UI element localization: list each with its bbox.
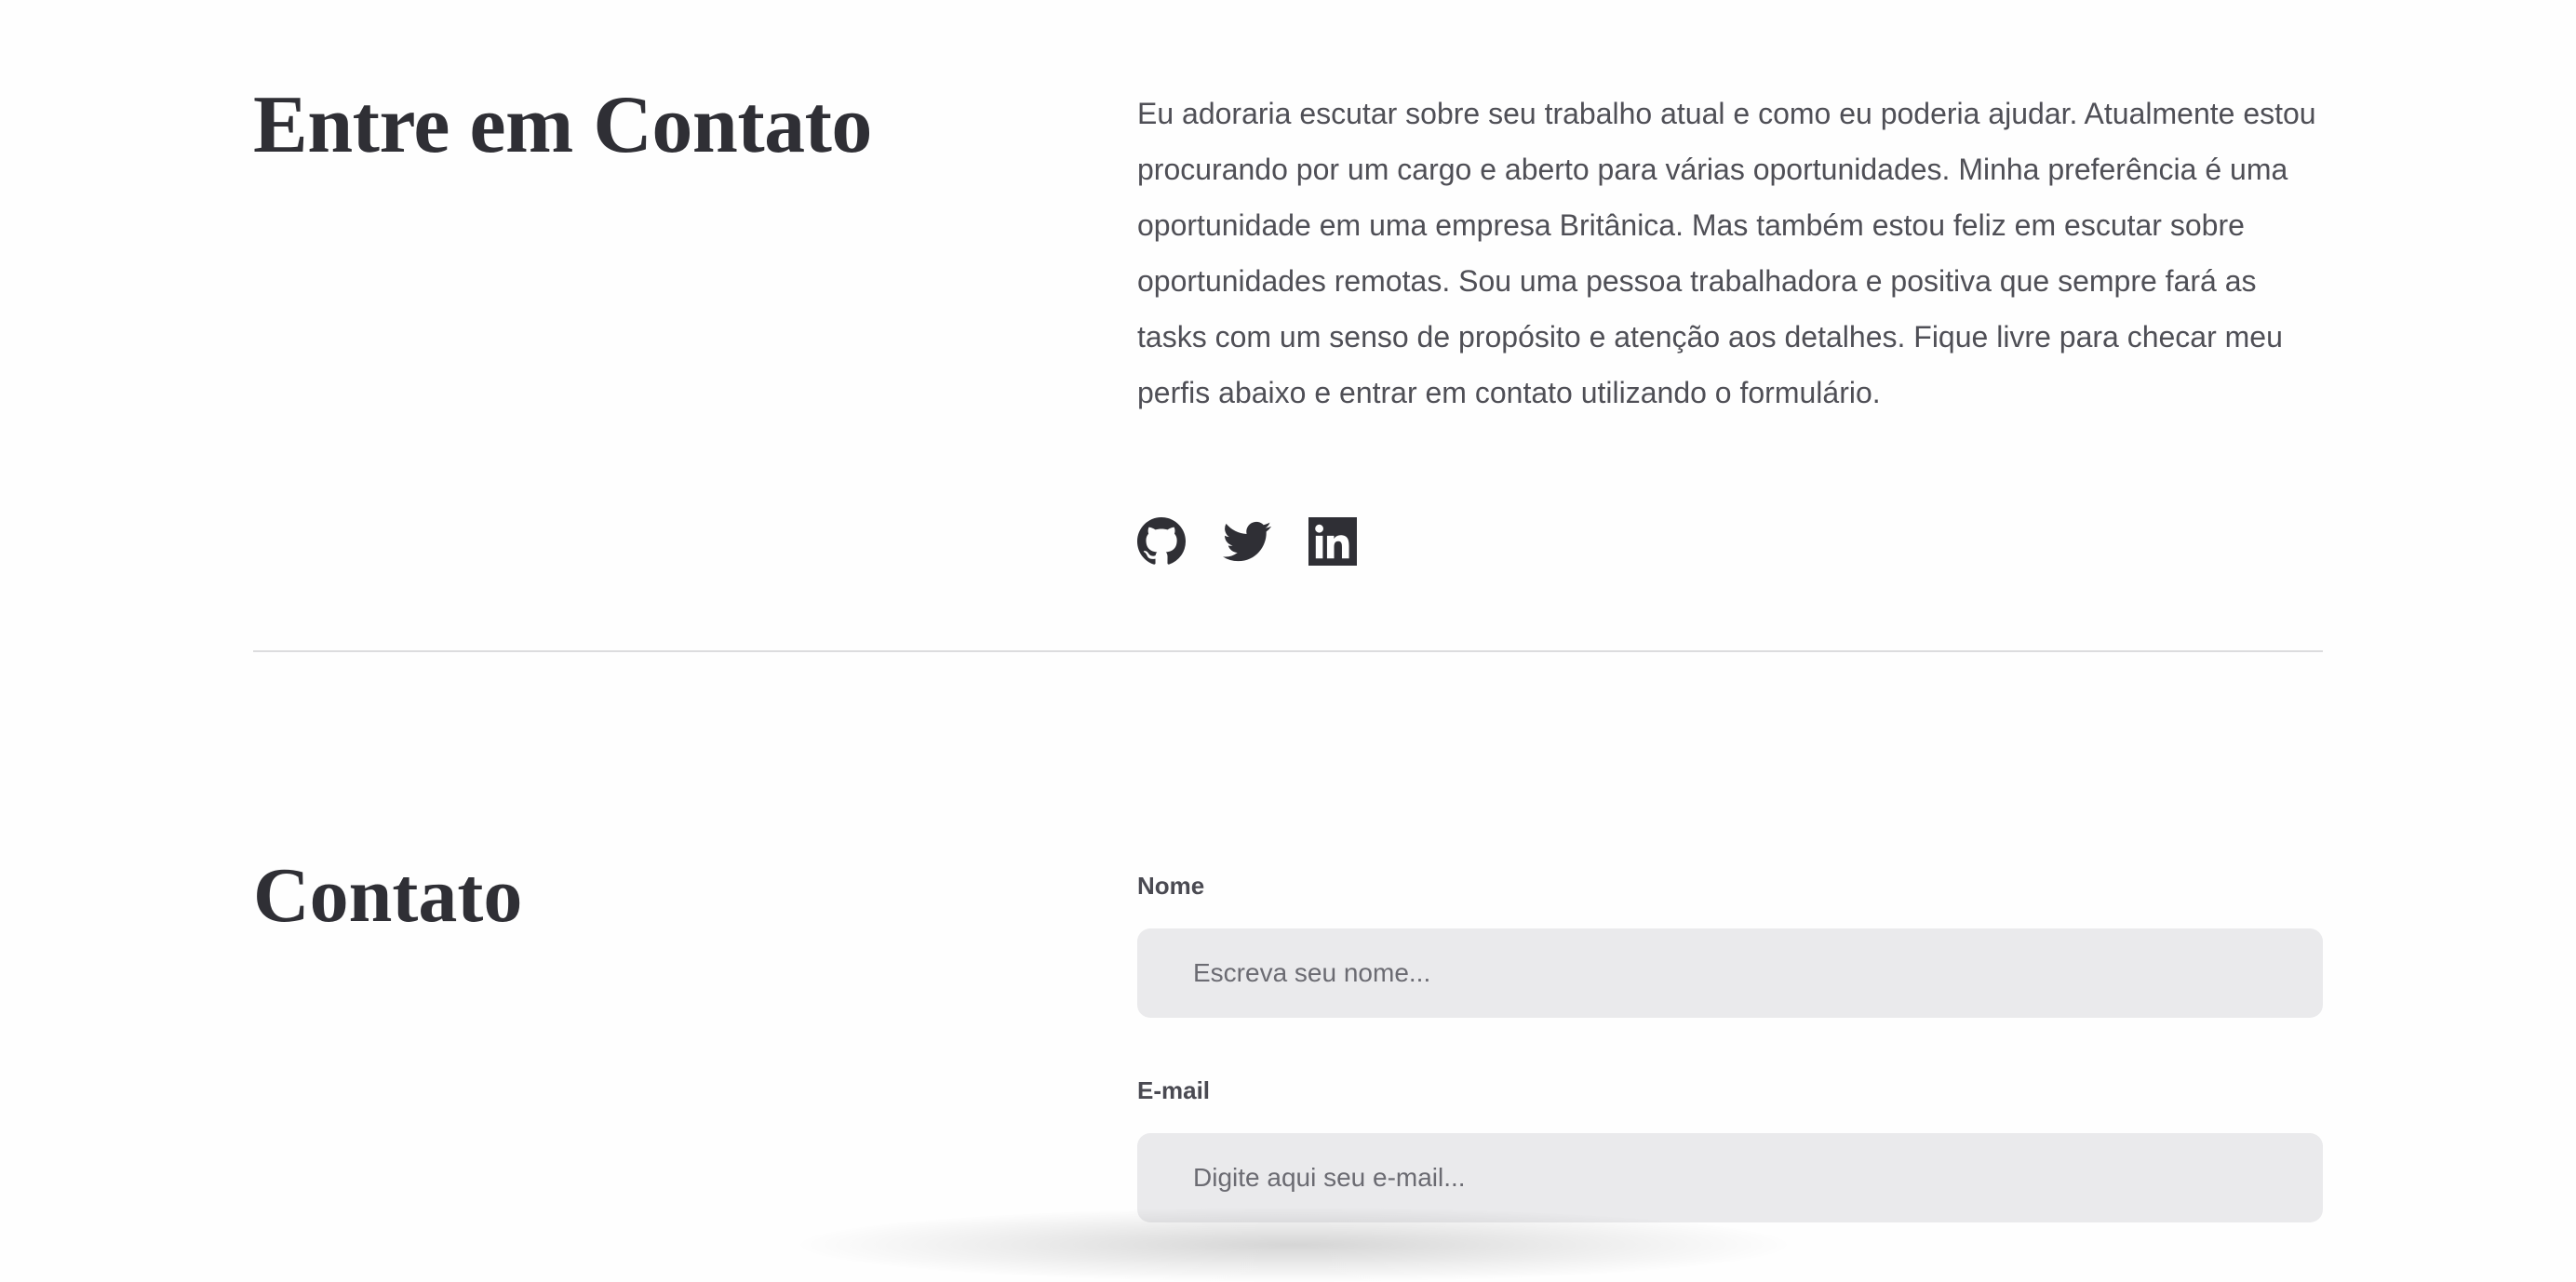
social-links xyxy=(1137,517,1357,566)
linkedin-icon xyxy=(1308,517,1357,566)
name-input[interactable] xyxy=(1137,928,2323,1018)
contact-section: Contato Nome E-mail xyxy=(253,744,2323,1239)
twitter-link[interactable] xyxy=(1223,517,1271,566)
intro-paragraph: Eu adoraria escutar sobre seu trabalho a… xyxy=(1137,97,2316,409)
email-label: E-mail xyxy=(1137,1076,1211,1104)
intro-section: Entre em Contato Eu adoraria escutar sob… xyxy=(253,0,2323,651)
email-input[interactable] xyxy=(1137,1133,2323,1222)
twitter-icon xyxy=(1223,521,1271,562)
name-label: Nome xyxy=(1137,872,1205,900)
intro-title: Entre em Contato xyxy=(253,80,872,170)
github-link[interactable] xyxy=(1137,517,1186,566)
linkedin-link[interactable] xyxy=(1308,517,1357,566)
section-divider xyxy=(253,650,2323,652)
github-icon xyxy=(1137,517,1186,565)
contact-title: Contato xyxy=(253,852,523,939)
